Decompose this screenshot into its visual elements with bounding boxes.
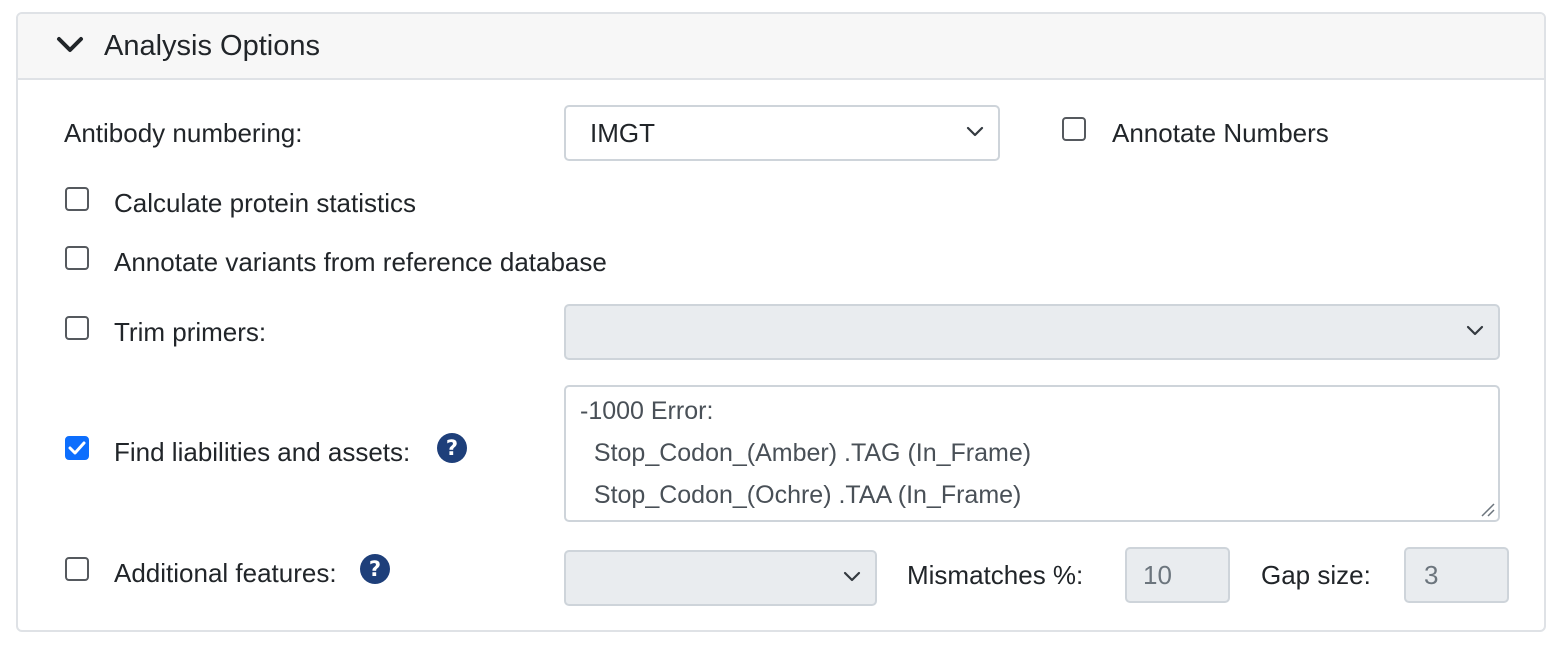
mismatches-value: 10 [1143, 560, 1172, 590]
panel-title: Analysis Options [104, 30, 320, 62]
chevron-down-icon [843, 571, 861, 582]
mismatches-input[interactable]: 10 [1125, 547, 1230, 603]
trim-primers-select[interactable] [564, 304, 1500, 360]
question-circle-icon[interactable]: ? [437, 433, 467, 463]
antibody-numbering-select[interactable]: IMGT [564, 105, 1000, 161]
additional-features-checkbox[interactable] [65, 557, 89, 581]
textarea-line: Stop_Codon_(Amber) .TAG (In_Frame) [580, 439, 1032, 467]
annotate-variants-label: Annotate variants from reference databas… [114, 247, 607, 277]
find-liabilities-checkbox[interactable] [65, 436, 89, 460]
chevron-down-icon [1466, 325, 1484, 336]
find-liabilities-label: Find liabilities and assets: [114, 437, 411, 467]
textarea-line: -1000 Error: [580, 397, 714, 425]
gap-size-value: 3 [1424, 560, 1439, 590]
additional-features-label: Additional features: [114, 558, 337, 588]
antibody-numbering-label: Antibody numbering: [64, 118, 303, 148]
additional-features-select[interactable] [564, 550, 877, 606]
resize-handle-icon[interactable] [1479, 501, 1495, 517]
mismatches-label: Mismatches %: [907, 560, 1084, 590]
annotate-numbers-checkbox[interactable] [1062, 117, 1086, 141]
question-circle-icon[interactable]: ? [360, 554, 390, 584]
annotate-variants-checkbox[interactable] [65, 246, 89, 270]
textarea-line: Stop_Codon_(Ochre) .TAA (In_Frame) [580, 481, 1022, 509]
trim-primers-label: Trim primers: [114, 317, 267, 347]
antibody-numbering-value: IMGT [590, 118, 655, 148]
checkmark-icon [68, 441, 86, 455]
liabilities-textarea[interactable]: -1000 Error: Stop_Codon_(Amber) .TAG (In… [564, 385, 1500, 522]
trim-primers-checkbox[interactable] [65, 316, 89, 340]
gap-size-input[interactable]: 3 [1404, 547, 1509, 603]
calculate-protein-statistics-checkbox[interactable] [65, 187, 89, 211]
chevron-down-icon[interactable] [56, 35, 84, 55]
chevron-down-icon [966, 126, 984, 137]
calculate-protein-statistics-label: Calculate protein statistics [114, 188, 417, 218]
gap-size-label: Gap size: [1261, 560, 1371, 590]
annotate-numbers-label: Annotate Numbers [1112, 118, 1329, 148]
analysis-options-header[interactable]: Analysis Options [18, 14, 1544, 80]
